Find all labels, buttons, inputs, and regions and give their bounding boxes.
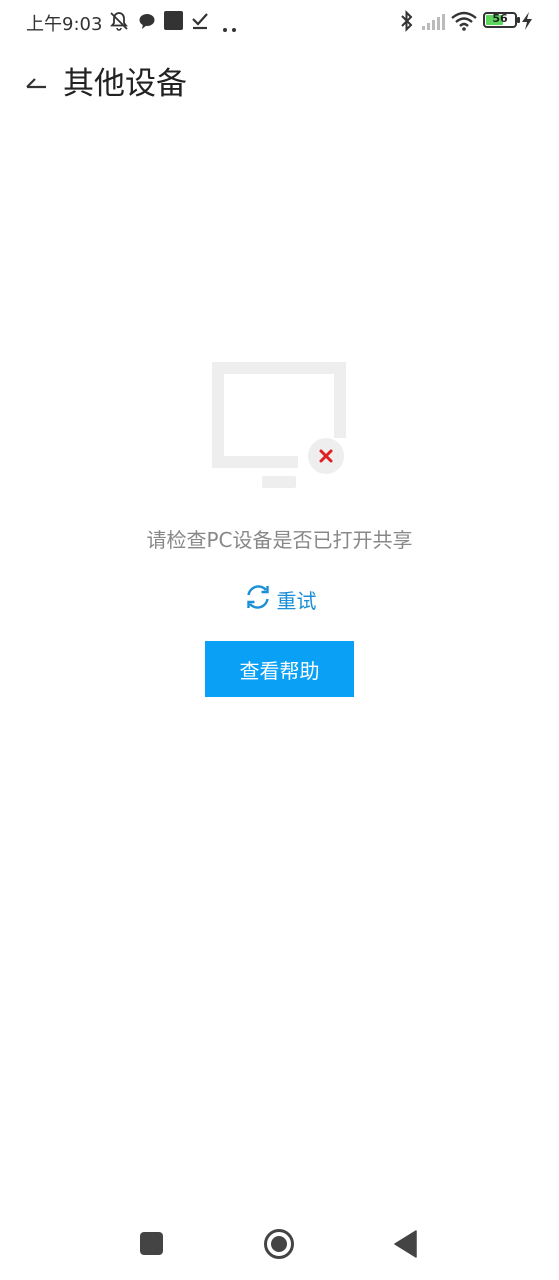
mute-bell-icon	[108, 10, 130, 36]
page-title: 其他设备	[63, 66, 187, 102]
retry-button[interactable]: 重试	[0, 582, 559, 616]
refresh-icon	[243, 582, 273, 616]
battery-cap	[517, 17, 520, 23]
status-time: 上午9:03	[26, 14, 103, 35]
status-bar: 上午9:03 56	[0, 0, 559, 42]
view-help-button[interactable]: 查看帮助	[205, 641, 354, 697]
home-circle-icon[interactable]	[263, 1228, 295, 1264]
back-button[interactable]	[16, 64, 56, 104]
chat-bubble-icon	[138, 12, 156, 34]
more-dots-icon	[222, 18, 238, 37]
error-message: 请检查PC设备是否已打开共享	[146, 528, 413, 552]
square-app-icon	[164, 11, 183, 34]
screen: 上午9:03 56 其他设备 请检查PC设备是否已打开共享 重试 查看帮助	[0, 0, 559, 1280]
download-check-icon	[191, 11, 209, 34]
bluetooth-icon	[399, 10, 415, 36]
retry-label: 重试	[276, 588, 317, 613]
battery-icon: 56	[483, 12, 520, 28]
back-triangle-icon[interactable]	[394, 1230, 418, 1262]
recents-square-icon[interactable]	[140, 1232, 163, 1259]
header: 其他设备	[0, 52, 559, 116]
wifi-icon	[451, 11, 477, 35]
charging-bolt-icon	[521, 12, 533, 34]
signal-icon	[421, 12, 447, 34]
monitor-error-icon	[210, 358, 350, 490]
battery-level: 56	[492, 12, 508, 25]
nav-bar	[0, 1214, 559, 1274]
back-arrow-icon	[24, 75, 48, 94]
